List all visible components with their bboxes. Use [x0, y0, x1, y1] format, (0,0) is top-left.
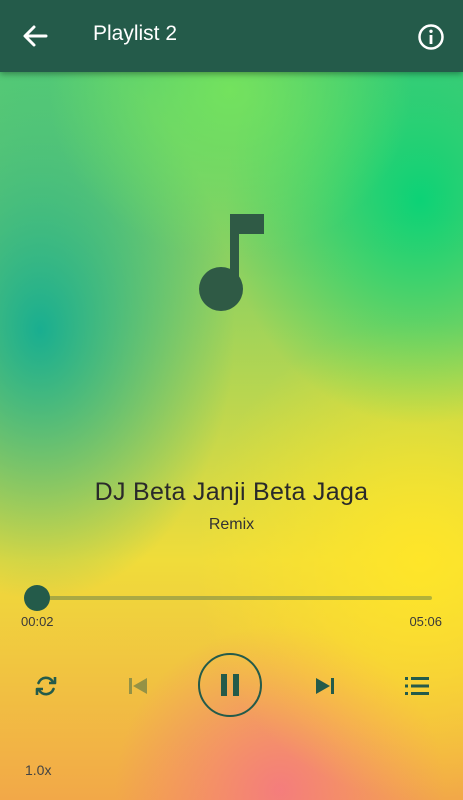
repeat-icon [35, 676, 57, 696]
arrow-back-icon [23, 25, 48, 47]
next-button[interactable] [314, 675, 336, 697]
current-time: 00:02 [21, 614, 54, 629]
total-time: 05:06 [409, 614, 442, 629]
seek-bar-thumb[interactable] [23, 585, 50, 611]
app-bar: Playlist 2 [0, 0, 463, 72]
track-artist: Remix [208, 516, 255, 533]
pause-button[interactable] [198, 653, 262, 717]
playback-speed-button[interactable]: 1.0x [25, 762, 51, 778]
queue-list-icon [405, 677, 429, 695]
back-button[interactable] [22, 24, 48, 48]
music-note-icon [199, 214, 264, 311]
repeat-button[interactable] [33, 673, 59, 699]
page-title: Playlist 2 [93, 22, 178, 45]
info-icon [418, 24, 444, 50]
seek-bar[interactable] [34, 596, 432, 600]
info-button[interactable] [417, 23, 445, 51]
track-title: DJ Beta Janji Beta Jaga [94, 478, 369, 506]
previous-button[interactable] [127, 675, 149, 697]
queue-button[interactable] [404, 675, 430, 697]
skip-next-icon [316, 678, 334, 694]
pause-icon [221, 674, 239, 696]
skip-previous-icon [129, 678, 147, 694]
